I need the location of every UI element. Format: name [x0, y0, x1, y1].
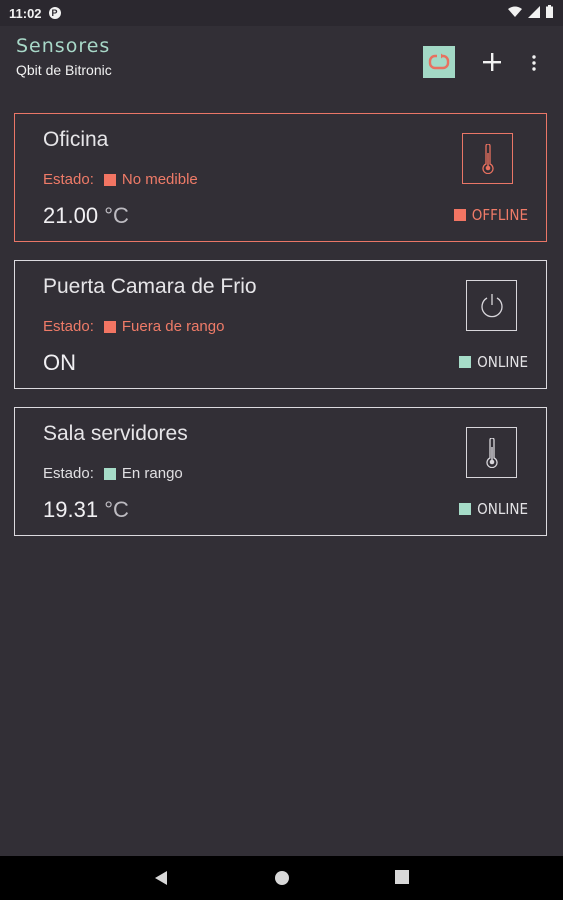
connection-status: OFFLINE [453, 206, 528, 224]
app-subtitle: Qbit de Bitronic [16, 62, 112, 78]
sensor-type-icon-box [466, 280, 517, 331]
overflow-menu-button[interactable] [524, 50, 544, 76]
value-unit: °C [104, 497, 129, 522]
sensor-name: Puerta Camara de Frio [43, 275, 257, 298]
value-number: 19.31 [43, 497, 99, 522]
status-text: No medible [121, 171, 198, 188]
status-text: Fuera de rango [121, 318, 225, 335]
status-text: En rango [121, 465, 183, 482]
thermometer-icon [485, 437, 498, 468]
status-time: 11:02 [9, 5, 42, 21]
status-indicator [103, 320, 116, 333]
notification-app-icon: P [48, 7, 61, 19]
sensor-value: 21.00 °C [43, 203, 129, 229]
value-unit: °C [104, 203, 129, 228]
connection-text: ONLINE [477, 353, 528, 371]
battery-icon [546, 5, 553, 18]
sensor-status: Estado: Fuera de rango [43, 318, 224, 335]
sensor-status: Estado: En rango [43, 465, 183, 482]
sensor-value: 19.31 °C [43, 497, 129, 523]
status-indicator [103, 467, 116, 480]
home-icon[interactable] [274, 870, 290, 886]
value-number: ON [43, 350, 76, 375]
connection-indicator [459, 356, 472, 368]
status-label: Estado: [43, 171, 94, 188]
connection-text: ONLINE [477, 500, 528, 518]
recents-icon[interactable] [395, 870, 409, 885]
app-bar: Sensores Qbit de Bitronic [0, 26, 563, 98]
connection-indicator [459, 503, 472, 515]
sensor-type-icon-box [462, 133, 513, 184]
add-sensor-button[interactable] [479, 47, 505, 77]
sensor-type-icon-box [466, 427, 517, 478]
wifi-icon [508, 6, 522, 17]
refresh-icon [428, 53, 450, 70]
status-label: Estado: [43, 318, 94, 335]
signal-icon [528, 5, 540, 18]
sensor-status: Estado: No medible [43, 171, 198, 188]
more-vert-icon [532, 55, 536, 71]
status-icons [508, 5, 553, 18]
connection-text: OFFLINE [471, 206, 528, 224]
refresh-button[interactable] [423, 46, 455, 78]
status-bar: 11:02 P [0, 0, 563, 26]
status-label: Estado: [43, 465, 94, 482]
sensor-name: Oficina [43, 128, 109, 151]
sensor-card-oficina[interactable]: Oficina Estado: No medible 21.00 °C OFFL… [14, 113, 547, 242]
add-icon [483, 53, 501, 71]
sensor-name: Sala servidores [43, 422, 188, 445]
value-number: 21.00 [43, 203, 99, 228]
thermometer-icon [481, 143, 494, 174]
connection-indicator [453, 209, 466, 221]
sensor-card-puerta-camara[interactable]: Puerta Camara de Frio Estado: Fuera de r… [14, 260, 547, 389]
connection-status: ONLINE [459, 500, 528, 518]
system-nav-bar [0, 856, 563, 900]
power-icon [480, 293, 503, 317]
sensor-card-sala-servidores[interactable]: Sala servidores Estado: En rango 19.31 °… [14, 407, 547, 536]
connection-status: ONLINE [459, 353, 528, 371]
sensor-value: ON [43, 350, 76, 376]
app-title: Sensores [16, 35, 111, 57]
back-icon[interactable] [154, 870, 168, 886]
status-indicator [103, 173, 116, 186]
